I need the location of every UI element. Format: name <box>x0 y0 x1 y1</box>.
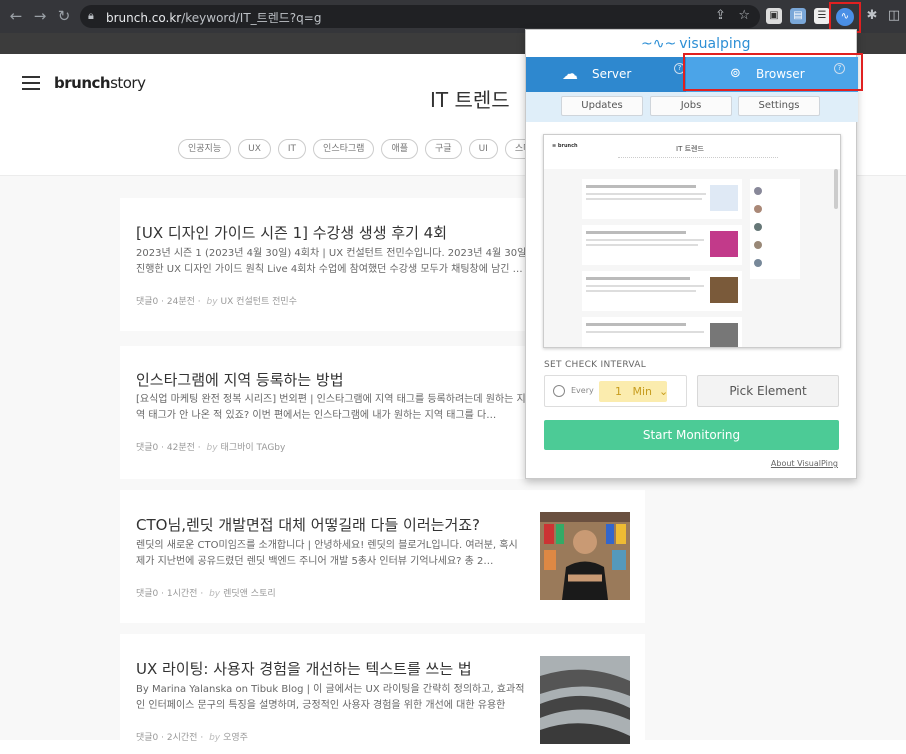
browser-tab-highlight <box>683 53 863 91</box>
article-meta: 댓글0 · 2시간전 · by 오영주 <box>136 733 248 743</box>
preview-scrollbar[interactable] <box>834 169 838 209</box>
every-label: Every <box>571 386 594 395</box>
side-panel-icon[interactable]: ◫ <box>886 8 902 24</box>
article-excerpt: By Marina Yalanska on Tibuk Blog | 이 글에서… <box>136 684 525 711</box>
logo-main: brunch <box>54 74 111 92</box>
address-bar[interactable]: 🔒︎ brunch.co.kr/keyword/IT_트렌드?q=g ⇪ ☆ <box>80 5 760 28</box>
tag-chip[interactable]: 애플 <box>381 139 419 159</box>
visualping-logo: ~∿~ visualping <box>641 36 751 52</box>
article-card[interactable]: CTO님,렌딧 개발면접 대체 어떻길래 다들 이러는거죠? 렌딧의 새로운 C… <box>120 490 645 623</box>
article-excerpt: 2023년 시즌 1 (2023년 4월 30일) 4회차 | UX 컨설턴트 … <box>136 248 527 275</box>
article-thumbnail[interactable] <box>540 512 630 600</box>
page-title: IT 트렌드 <box>430 88 510 112</box>
back-arrow-icon[interactable]: ← <box>6 6 26 26</box>
pulse-wave-icon: ~∿~ <box>641 36 677 52</box>
post-time: 42분전 <box>166 443 195 453</box>
preview-logo: ≡ brunch <box>552 143 578 149</box>
library-photo-image <box>540 656 630 744</box>
chevron-down-icon: ⌄ <box>659 385 669 398</box>
preview-tags <box>618 157 778 163</box>
url-text: brunch.co.kr/keyword/IT_트렌드?q=g <box>106 9 321 26</box>
logo-sub: story <box>110 74 146 92</box>
interval-picker: Every 1 Min ⌄ <box>544 375 687 407</box>
post-time: 24분전 <box>166 297 195 307</box>
post-time: 1시간전 <box>166 589 198 599</box>
keyword-tags: 인공지능UXIT인스타그램애플구글UI스마트폰 <box>178 136 565 159</box>
preview-title: IT 트렌드 <box>676 145 704 153</box>
start-monitoring-button[interactable]: Start Monitoring <box>544 420 839 450</box>
article-meta: 댓글0 · 1시간전 · by 렌딧앤 스토리 <box>136 589 276 599</box>
author-name[interactable]: 렌딧앤 스토리 <box>223 589 276 599</box>
article-excerpt: 렌딧의 새로운 CTO미임즈를 소개합니다 | 안녕하세요! 렌딧의 블로거L입… <box>136 540 518 567</box>
clock-icon <box>553 385 565 397</box>
address-bar-actions: ⇪ ☆ <box>715 8 750 23</box>
by-label: by <box>206 443 218 453</box>
pick-element-button[interactable]: Pick Element <box>697 375 839 407</box>
forward-arrow-icon[interactable]: → <box>30 6 50 26</box>
share-icon[interactable]: ⇪ <box>715 8 726 23</box>
updates-button[interactable]: Updates <box>561 96 643 116</box>
author-name[interactable]: 태그바이 TAGby <box>221 443 286 453</box>
comment-count: 댓글0 <box>136 443 159 453</box>
article-title[interactable]: 인스타그램에 지역 등록하는 방법 <box>136 369 344 390</box>
author-name[interactable]: 오영주 <box>223 733 248 743</box>
brunch-logo[interactable]: brunchstory <box>54 74 146 92</box>
comment-count: 댓글0 <box>136 589 159 599</box>
visualping-brand: visualping <box>679 36 751 52</box>
reload-icon[interactable]: ↻ <box>54 6 74 26</box>
article-card[interactable]: UX 라이팅: 사용자 경험을 개선하는 텍스트를 쓰는 법 By Marina… <box>120 634 645 754</box>
settings-button[interactable]: Settings <box>738 96 820 116</box>
url-host: brunch.co.kr <box>106 11 182 25</box>
tag-chip[interactable]: 인스타그램 <box>313 139 375 159</box>
tag-chip[interactable]: UX <box>238 139 271 159</box>
page-preview[interactable]: ≡ brunch IT 트렌드 <box>543 134 841 348</box>
article-title[interactable]: UX 라이팅: 사용자 경험을 개선하는 텍스트를 쓰는 법 <box>136 658 472 679</box>
interval-label: SET CHECK INTERVAL <box>544 360 647 370</box>
article-title[interactable]: [UX 디자인 가이드 시즌 1] 수강생 생생 후기 4회 <box>136 222 447 243</box>
interval-select[interactable]: 1 Min ⌄ <box>599 381 669 402</box>
article-meta: 댓글0 · 24분전 · by UX 컨설턴트 전민수 <box>136 297 297 307</box>
extension-icon-1[interactable]: ▣ <box>766 8 782 24</box>
article-thumbnail[interactable] <box>540 656 630 744</box>
tab-server[interactable]: ☁ Server ? <box>526 57 686 92</box>
interval-unit: Min <box>632 385 653 398</box>
cloud-icon: ☁ <box>562 64 578 83</box>
by-label: by <box>206 297 218 307</box>
extension-icon-2[interactable]: ▤ <box>790 8 806 24</box>
preview-card <box>582 271 742 311</box>
menu-icon[interactable] <box>22 76 40 90</box>
article-title[interactable]: CTO님,렌딧 개발면접 대체 어떻길래 다들 이러는거죠? <box>136 514 480 535</box>
by-label: by <box>209 733 221 743</box>
preview-card <box>582 179 742 219</box>
preview-card <box>582 225 742 265</box>
about-visualping-link[interactable]: About VisualPing <box>771 459 838 468</box>
author-name[interactable]: UX 컨설턴트 전민수 <box>221 297 297 307</box>
bookmark-star-icon[interactable]: ☆ <box>738 8 750 23</box>
by-label: by <box>209 589 221 599</box>
preview-sidebar <box>750 179 800 279</box>
comment-count: 댓글0 <box>136 297 159 307</box>
post-time: 2시간전 <box>166 733 198 743</box>
comment-count: 댓글0 <box>136 733 159 743</box>
lock-icon: 🔒︎ <box>88 9 94 22</box>
extension-icon-3[interactable]: ☰ <box>814 8 830 24</box>
tab-server-label: Server <box>592 67 632 81</box>
tag-chip[interactable]: 구글 <box>425 139 462 159</box>
jobs-button[interactable]: Jobs <box>650 96 732 116</box>
article-excerpt: [요식업 마케팅 완전 정복 시리즈] 번외편 | 인스타그램에 지역 태그를 … <box>136 394 526 421</box>
preview-card <box>582 317 742 347</box>
visualping-subnav: Updates Jobs Settings <box>526 92 858 122</box>
tag-chip[interactable]: 인공지능 <box>178 139 232 159</box>
url-path: /keyword/IT_트렌드?q=g <box>181 11 322 25</box>
preview-feed <box>544 169 840 347</box>
puzzle-extensions-icon[interactable]: ✱ <box>864 8 880 24</box>
interval-value: 1 <box>615 385 622 398</box>
visualping-popup: ~∿~ visualping ☁ Server ? ⊚ Browser ? Upd… <box>525 29 858 479</box>
tag-chip[interactable]: UI <box>468 139 498 159</box>
tag-chip[interactable]: IT <box>277 139 307 159</box>
article-meta: 댓글0 · 42분전 · by 태그바이 TAGby <box>136 443 286 453</box>
person-photo-image <box>540 512 630 600</box>
